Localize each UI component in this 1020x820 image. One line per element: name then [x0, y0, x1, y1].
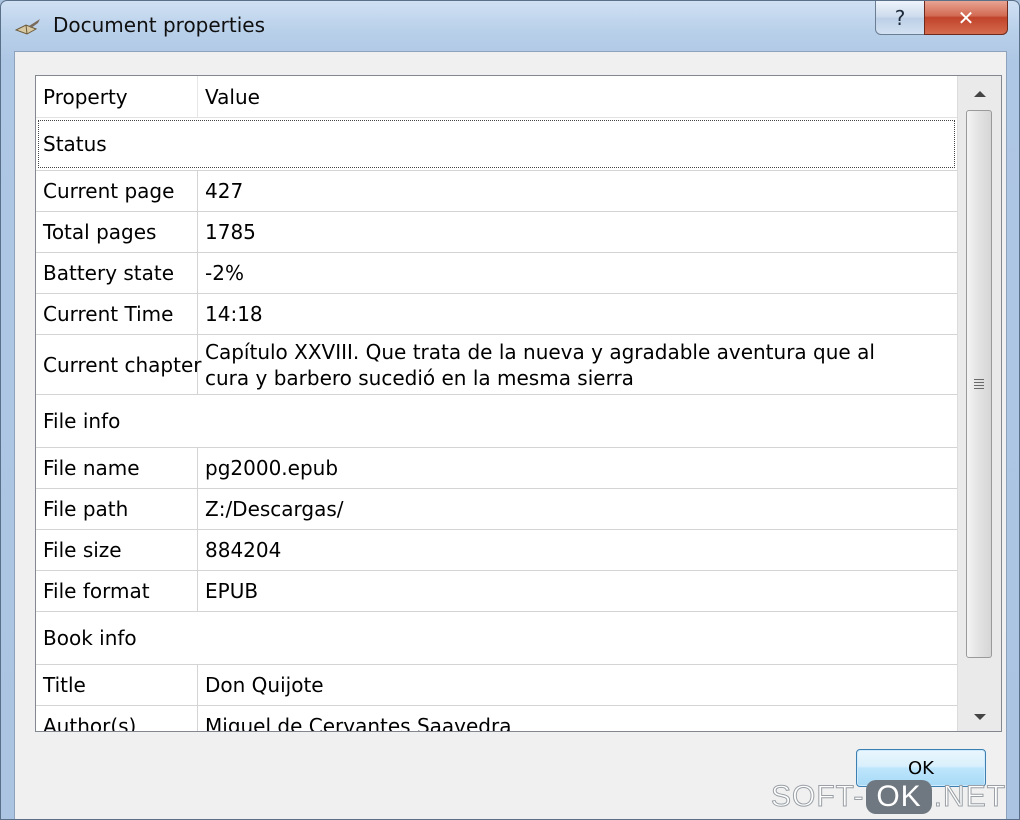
- column-header-row: Property Value: [36, 76, 957, 118]
- section-row-status[interactable]: Status: [36, 118, 957, 171]
- watermark-mid: OK: [866, 780, 932, 814]
- arrow-up-icon: [973, 83, 986, 102]
- close-icon: ✕: [957, 5, 975, 30]
- property-value: EPUB: [205, 579, 259, 603]
- property-name: Battery state: [36, 253, 198, 293]
- table-row[interactable]: Current page 427: [36, 171, 957, 212]
- property-value: -2%: [205, 261, 244, 285]
- window-title: Document properties: [53, 13, 266, 37]
- properties-grid: Property Value Status Current page 427 T…: [36, 76, 957, 732]
- property-value: pg2000.epub: [205, 456, 339, 480]
- property-value: 427: [205, 179, 244, 203]
- table-row[interactable]: Current Time 14:18: [36, 294, 957, 335]
- column-header-property[interactable]: Property: [36, 76, 198, 117]
- section-row-book-info[interactable]: Book info: [36, 612, 957, 665]
- property-name: Author(s): [36, 706, 198, 731]
- property-name: Current page: [36, 171, 198, 211]
- table-row[interactable]: File format EPUB: [36, 571, 957, 612]
- property-name: File format: [36, 571, 198, 611]
- property-value: 14:18: [205, 302, 263, 326]
- arrow-down-icon: [973, 706, 986, 725]
- property-name: Current Time: [36, 294, 198, 334]
- scroll-up-button[interactable]: [958, 76, 1001, 108]
- property-name: File name: [36, 448, 198, 488]
- table-row[interactable]: Battery state -2%: [36, 253, 957, 294]
- help-button[interactable]: ?: [875, 1, 925, 35]
- scroll-thumb[interactable]: [966, 110, 992, 658]
- table-row[interactable]: File path Z:/Descargas/: [36, 489, 957, 530]
- property-name: Current chapter: [36, 335, 201, 394]
- dialog-client-area: Property Value Status Current page 427 T…: [14, 51, 1007, 819]
- watermark: SOFT- OK .NET: [770, 775, 1016, 819]
- property-name: Title: [36, 665, 198, 705]
- property-value: Capítulo XXVIII. Que trata de la nueva y…: [205, 339, 875, 390]
- property-value: Z:/Descargas/: [205, 497, 344, 521]
- property-name: File path: [36, 489, 198, 529]
- table-row[interactable]: Current chapter Capítulo XXVIII. Que tra…: [36, 335, 957, 395]
- property-name: File size: [36, 530, 198, 570]
- column-header-value[interactable]: Value: [198, 76, 957, 117]
- close-button[interactable]: ✕: [924, 1, 1008, 35]
- section-label: File info: [43, 409, 121, 433]
- table-row[interactable]: Author(s) Miguel de Cervantes Saavedra: [36, 706, 957, 732]
- table-row[interactable]: File name pg2000.epub: [36, 448, 957, 489]
- property-value: Don Quijote: [205, 673, 324, 697]
- title-bar[interactable]: Document properties ? ✕: [1, 1, 1019, 51]
- watermark-right: .NET: [933, 780, 1007, 814]
- property-value: 1785: [205, 220, 256, 244]
- table-row[interactable]: Title Don Quijote: [36, 665, 957, 706]
- section-label: Status: [36, 118, 957, 170]
- section-label: Book info: [43, 626, 137, 650]
- table-row[interactable]: File size 884204: [36, 530, 957, 571]
- property-value: 884204: [205, 538, 282, 562]
- table-row[interactable]: Total pages 1785: [36, 212, 957, 253]
- scroll-down-button[interactable]: [958, 699, 1001, 731]
- properties-tree[interactable]: Property Value Status Current page 427 T…: [35, 75, 1002, 732]
- book-quill-icon: [14, 18, 41, 36]
- section-row-file-info[interactable]: File info: [36, 395, 957, 448]
- vertical-scrollbar[interactable]: [957, 76, 1001, 731]
- property-value: Miguel de Cervantes Saavedra: [205, 714, 512, 732]
- property-name: Total pages: [36, 212, 198, 252]
- dialog-window: Document properties ? ✕ Property Value S…: [0, 0, 1020, 820]
- help-icon: ?: [894, 5, 906, 30]
- grip-icon: [974, 377, 984, 391]
- watermark-left: SOFT-: [770, 780, 865, 814]
